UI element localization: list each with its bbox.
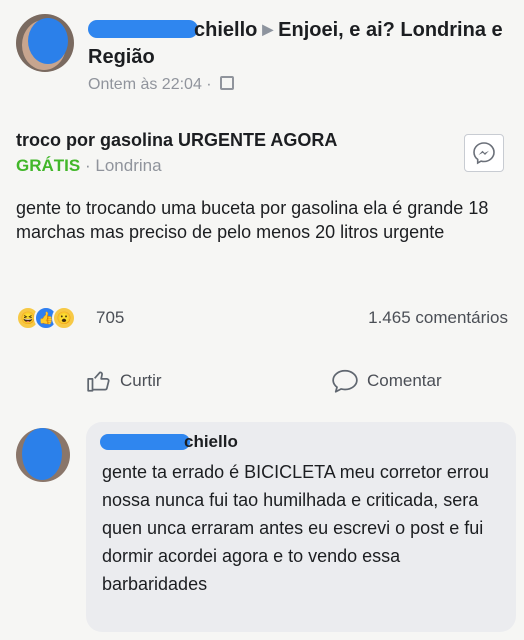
- commenter-name[interactable]: chiello: [184, 432, 238, 452]
- listing-location: Londrina: [95, 156, 162, 175]
- post-title-line: chiello ▶ Enjoei, e ai? Londrina e Região: [88, 16, 516, 71]
- meta-separator: ·: [206, 76, 212, 93]
- commenter-name-line: chiello: [100, 432, 502, 456]
- comment-text: gente ta errado é BICICLETA meu corretor…: [102, 462, 489, 594]
- message-seller-button[interactable]: [464, 134, 504, 172]
- post-header: chiello ▶ Enjoei, e ai? Londrina e Região …: [16, 10, 516, 100]
- reaction-count[interactable]: 705: [96, 308, 124, 328]
- listing-price: GRÁTIS: [16, 156, 81, 175]
- comment-count[interactable]: 1.465 comentários: [368, 308, 508, 328]
- thumbs-up-icon: [87, 371, 110, 392]
- messenger-icon: [473, 142, 495, 165]
- sale-listing: troco por gasolina URGENTE AGORA GRÁTIS …: [16, 128, 516, 176]
- commenter-avatar[interactable]: [16, 428, 70, 482]
- arrow-right-icon: ▶: [262, 21, 274, 37]
- avatar-redaction: [22, 428, 62, 480]
- post-timestamp[interactable]: Ontem às 22:04: [88, 76, 202, 93]
- reaction-icons[interactable]: 😆 👍 😮: [16, 306, 92, 330]
- meta-separator: ·: [84, 156, 91, 175]
- wow-icon: 😮: [52, 306, 76, 330]
- post-meta: Ontem às 22:04 ·: [88, 76, 235, 94]
- like-button[interactable]: Curtir: [86, 364, 162, 398]
- comment-icon: [332, 369, 358, 393]
- post-actions: Curtir Comentar: [16, 364, 508, 398]
- listing-subtitle: GRÁTIS · Londrina: [16, 156, 516, 176]
- author-name[interactable]: chiello: [194, 19, 257, 41]
- listing-title: troco por gasolina URGENTE AGORA: [16, 130, 338, 150]
- like-label: Curtir: [120, 371, 162, 390]
- comment-label: Comentar: [367, 371, 442, 390]
- avatar-redaction: [28, 18, 68, 64]
- reactions-bar: 😆 👍 😮 705 1.465 comentários: [16, 304, 508, 332]
- commenter-name-redaction: [100, 434, 190, 450]
- comment-button[interactable]: Comentar: [331, 364, 442, 398]
- author-name-redaction: [88, 20, 198, 38]
- post-text: gente to trocando uma buceta por gasolin…: [16, 198, 489, 242]
- audience-icon[interactable]: [220, 76, 235, 90]
- comment-bubble: chiello gente ta errado é BICICLETA meu …: [86, 422, 516, 632]
- author-avatar[interactable]: [16, 14, 74, 72]
